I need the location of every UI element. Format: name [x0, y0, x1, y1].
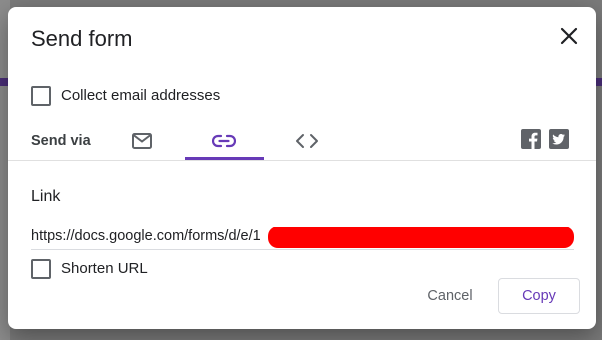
- tab-link[interactable]: [185, 122, 263, 160]
- send-via-label: Send via: [31, 133, 91, 149]
- tab-email[interactable]: [103, 122, 181, 160]
- close-button[interactable]: [556, 23, 582, 49]
- form-url-text: https://docs.google.com/forms/d/e/1: [31, 228, 261, 244]
- shorten-url-label: Shorten URL: [61, 260, 148, 277]
- facebook-icon: [529, 132, 538, 149]
- facebook-share-button[interactable]: [521, 129, 541, 149]
- copy-button[interactable]: Copy: [498, 278, 580, 314]
- twitter-icon: [552, 134, 565, 145]
- dialog-title: Send form: [31, 26, 133, 51]
- twitter-share-button[interactable]: [549, 129, 569, 149]
- redaction-overlay: [268, 227, 574, 248]
- cancel-button[interactable]: Cancel: [414, 279, 486, 313]
- collect-email-label: Collect email addresses: [61, 87, 221, 104]
- code-icon: [296, 134, 318, 148]
- collect-email-checkbox[interactable]: [31, 86, 51, 106]
- form-url-field[interactable]: https://docs.google.com/forms/d/e/1: [31, 227, 574, 250]
- link-icon: [212, 134, 236, 148]
- send-form-dialog: Send form Collect email addresses Send v…: [8, 7, 596, 329]
- tab-embed[interactable]: [268, 122, 346, 160]
- background-header-stripe-right: [596, 78, 602, 86]
- divider: [8, 160, 596, 161]
- link-heading: Link: [31, 188, 61, 205]
- close-icon: [560, 27, 578, 45]
- shorten-url-checkbox[interactable]: [31, 259, 51, 279]
- mail-icon: [132, 133, 152, 149]
